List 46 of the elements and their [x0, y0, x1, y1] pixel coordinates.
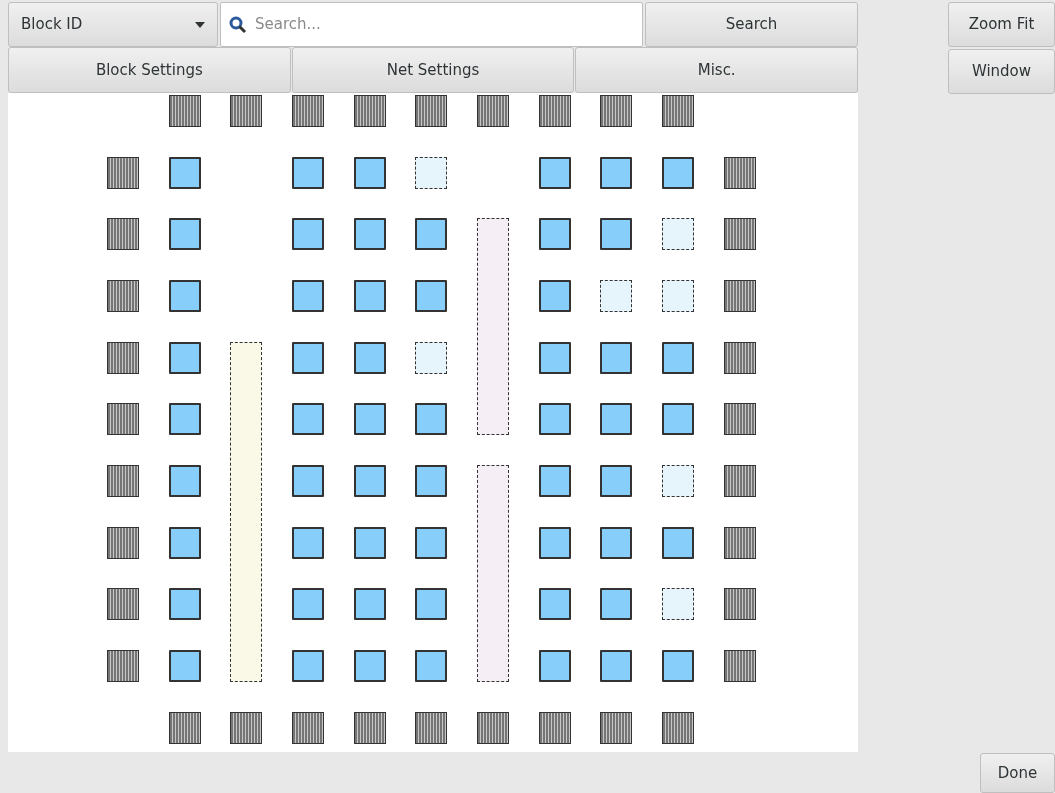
view-button[interactable]: Window — [948, 49, 1055, 94]
view-button[interactable]: Zoom Fit — [948, 2, 1055, 47]
io-block — [723, 341, 756, 374]
io-block — [723, 526, 756, 559]
io-block — [168, 94, 201, 127]
io-block — [600, 711, 633, 744]
io-block — [723, 588, 756, 621]
settings-tab[interactable]: Net Settings — [291, 47, 575, 93]
io-block — [168, 711, 201, 744]
io-block — [415, 94, 448, 127]
settings-tab[interactable]: Misc. — [575, 47, 858, 93]
io-block — [106, 588, 139, 621]
io-block — [106, 464, 139, 497]
io-block — [723, 464, 756, 497]
io-block — [106, 526, 139, 559]
io-block — [538, 94, 571, 127]
io-block — [291, 94, 324, 127]
io-block — [291, 711, 324, 744]
io-block — [662, 711, 695, 744]
io-block — [723, 218, 756, 251]
caret-icon — [195, 21, 205, 28]
io-block — [106, 156, 139, 189]
io-block — [353, 94, 386, 127]
block-id-dropdown[interactable]: Block ID — [8, 2, 218, 47]
io-block — [662, 94, 695, 127]
io-block — [106, 341, 139, 374]
io-block — [230, 711, 263, 744]
io-block — [476, 711, 509, 744]
io-block — [538, 711, 571, 744]
io-block — [723, 650, 756, 683]
io-block — [230, 94, 263, 127]
io-block — [723, 403, 756, 436]
search-button[interactable]: Search — [645, 2, 858, 47]
settings-tab[interactable]: Block Settings — [8, 47, 291, 93]
io-block — [476, 94, 509, 127]
io-block — [723, 279, 756, 312]
io-block — [106, 279, 139, 312]
io-block — [600, 94, 633, 127]
io-block — [106, 403, 139, 436]
io-block — [353, 711, 386, 744]
done-button[interactable]: Done — [980, 753, 1055, 793]
io-block — [106, 218, 139, 251]
io-block — [723, 156, 756, 189]
io-block — [415, 711, 448, 744]
search-icon — [229, 15, 247, 34]
io-block — [106, 650, 139, 683]
